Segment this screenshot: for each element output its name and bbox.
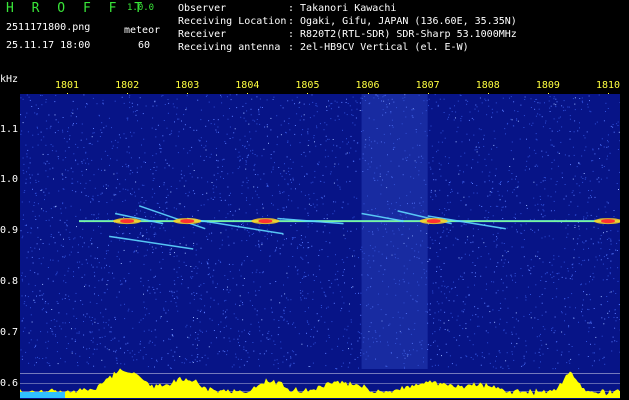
histogram-start-marker: [20, 392, 65, 398]
date-time: 25.11.17 18:00: [6, 40, 91, 51]
echo-hotspot-core: [426, 219, 441, 224]
mode-count: 60: [138, 40, 151, 51]
x-tick-label: 1801: [54, 80, 80, 91]
echo-hotspot-core: [258, 219, 273, 224]
x-tick-label: 1810: [595, 80, 621, 91]
echo-hotspot-core: [601, 219, 615, 224]
info-location-value: : Ogaki, Gifu, JAPAN (136.60E, 35.35N): [288, 16, 517, 27]
echo-hotspot-core: [120, 219, 135, 224]
y-tick-label: 0.6: [0, 377, 19, 389]
x-tick-label: 1808: [475, 80, 500, 91]
info-receiver-value: : R820T2(RTL-SDR) SDR-Sharp 53.1000MHz: [288, 29, 517, 40]
info-observer-value: : Takanori Kawachi: [288, 3, 397, 14]
y-tick-label: 0.9: [0, 225, 19, 237]
info-label: Receiving antenna: [178, 42, 281, 53]
file-name: 2511171800.png: [6, 22, 91, 33]
x-tick-label: 1805: [295, 80, 320, 91]
mode-label: meteor: [124, 25, 161, 36]
x-tick-label: 1803: [175, 80, 200, 91]
x-tick-label: 1807: [415, 80, 440, 91]
x-tick-label: 1804: [235, 80, 260, 91]
y-axis-unit: kHz: [0, 74, 19, 85]
activity-histogram: [20, 368, 620, 398]
x-tick-label: 1802: [115, 80, 140, 91]
info-antenna-value: : 2el-HB9CV Vertical (el. E-W): [288, 42, 469, 53]
info-label: Receiving Location: [178, 16, 287, 27]
echo-hotspot-core: [180, 219, 195, 224]
y-tick-label: 1.0: [0, 174, 19, 186]
spectrogram-plot: [20, 94, 620, 399]
info-antenna: Receiving antenna: [178, 42, 280, 53]
info-label: Receiver: [178, 29, 227, 40]
noise-band: [361, 94, 428, 369]
app-title: H R O F F T: [6, 1, 148, 16]
y-tick-label: 0.7: [0, 326, 19, 338]
info-observer: Observer: [178, 3, 226, 14]
x-tick-label: 1806: [355, 80, 380, 91]
info-location: Receiving Location: [178, 16, 286, 27]
meteor-trace: [108, 235, 194, 250]
noise-layer: [20, 94, 620, 370]
header: H R O F F T 1.0.0 2511171800.png meteor …: [0, 0, 629, 72]
y-tick-label: 1.1: [0, 123, 19, 135]
x-tick-label: 1809: [535, 80, 560, 91]
spectrogram-svg: [20, 94, 620, 398]
info-receiver: Receiver: [178, 29, 226, 40]
y-tick-label: 0.8: [0, 276, 19, 288]
info-label: Observer: [178, 3, 227, 14]
app-version: 1.0.0: [127, 3, 155, 13]
meteor-trace: [138, 205, 206, 230]
